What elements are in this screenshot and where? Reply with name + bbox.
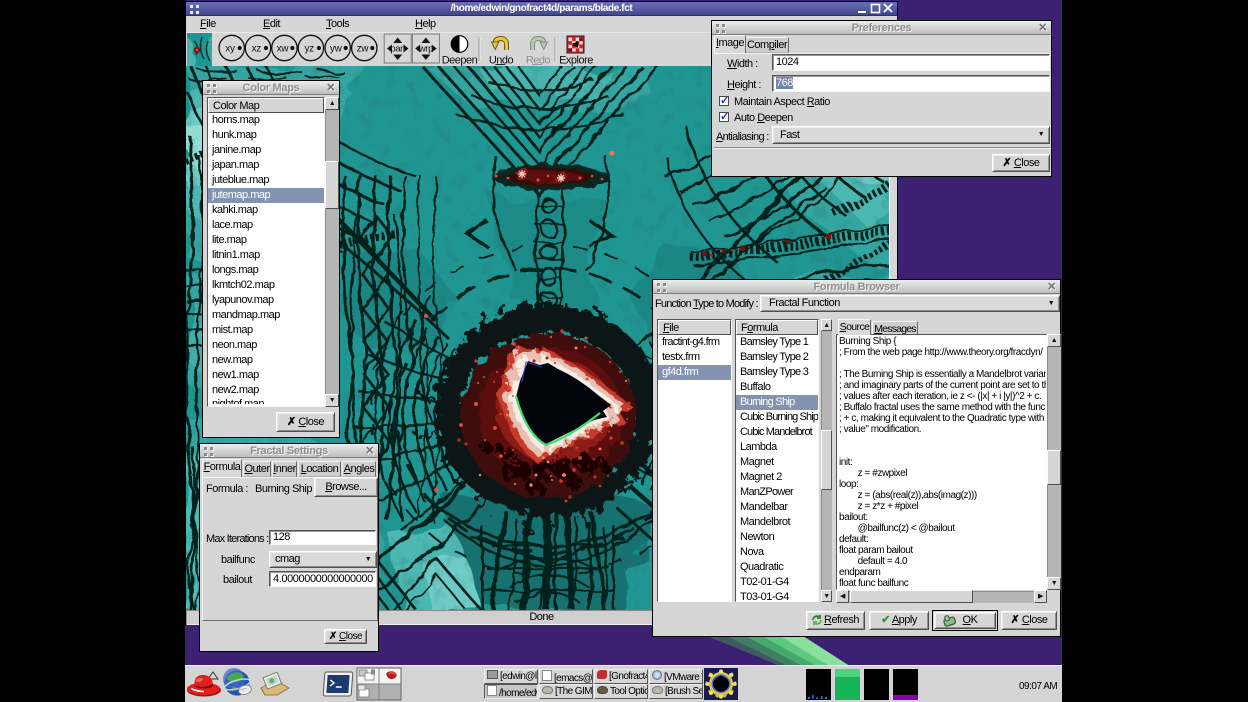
svg-text:Explore: Explore — [559, 55, 593, 67]
svg-text:zw: zw — [357, 44, 370, 55]
svg-text:xy: xy — [225, 44, 235, 55]
svg-text:yz: yz — [304, 44, 314, 55]
svg-text:xz: xz — [252, 44, 262, 55]
svg-text:Deepen: Deepen — [442, 55, 478, 67]
svg-text:yw: yw — [330, 44, 343, 55]
svg-text:pan: pan — [390, 44, 405, 55]
svg-text:xw: xw — [277, 44, 290, 55]
